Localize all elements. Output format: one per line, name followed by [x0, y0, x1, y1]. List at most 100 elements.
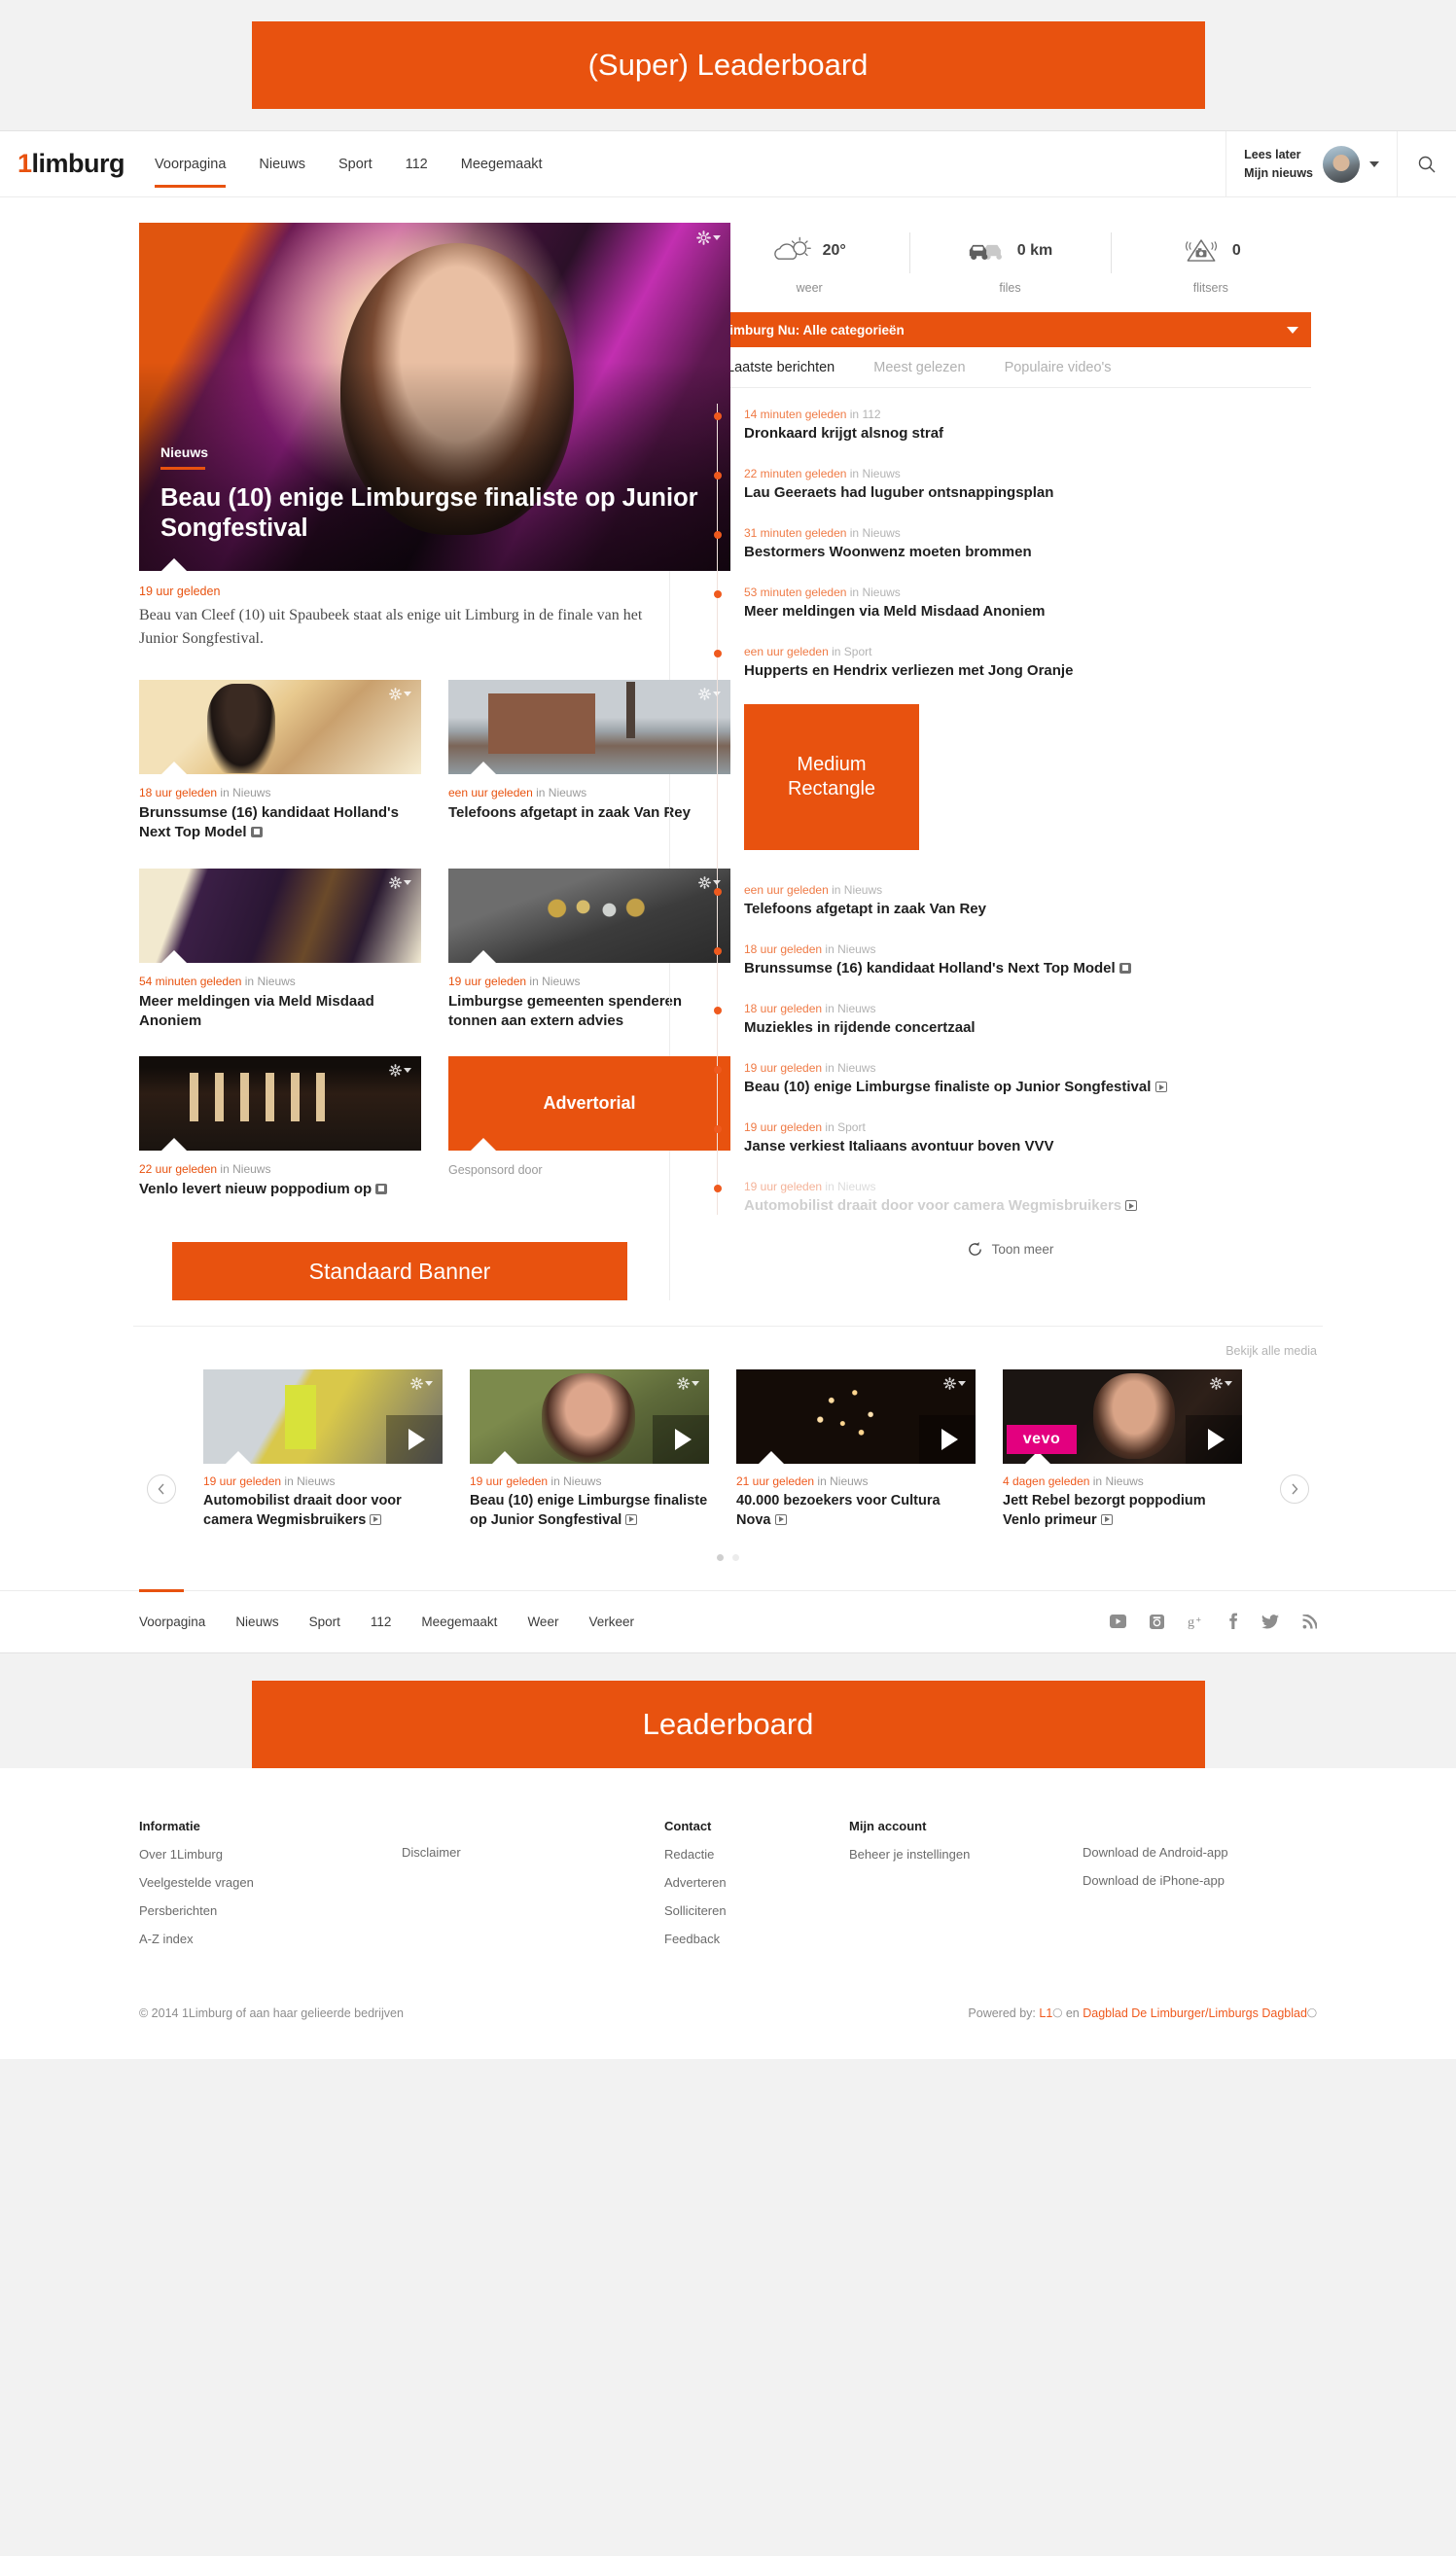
- footer-link-solliciteren[interactable]: Solliciteren: [664, 1903, 849, 1918]
- gear-caret-icon: [692, 1381, 699, 1387]
- status-widgets: 20° weer 0 km files 0 flitsers: [709, 225, 1311, 312]
- play-button[interactable]: [1186, 1415, 1242, 1465]
- footer-link-disclaimer[interactable]: Disclaimer: [402, 1845, 664, 1860]
- youtube-icon[interactable]: [1110, 1615, 1126, 1629]
- media-settings-gear[interactable]: [1210, 1377, 1232, 1391]
- footer-nav-weer[interactable]: Weer: [527, 1615, 558, 1629]
- my-news-link[interactable]: Mijn nieuws: [1244, 166, 1313, 180]
- leaderboard-ad[interactable]: Leaderboard: [251, 1680, 1205, 1768]
- powered-by-prefix: Powered by:: [968, 2006, 1036, 2020]
- footer-nav-sport[interactable]: Sport: [309, 1615, 340, 1629]
- footer-link-beheer-instellingen[interactable]: Beheer je instellingen: [849, 1847, 1083, 1862]
- news-list-item[interactable]: 19 uur geleden in Nieuws Beau (10) enige…: [709, 1061, 1311, 1120]
- footer-link-persberichten[interactable]: Persberichten: [139, 1903, 402, 1918]
- standaard-banner-ad[interactable]: Standaard Banner: [172, 1242, 627, 1301]
- tab-populaire-videos[interactable]: Populaire video's: [1005, 347, 1151, 387]
- card-settings-gear[interactable]: [389, 1064, 411, 1077]
- speed-camera-icon: [1185, 239, 1217, 262]
- read-later-link[interactable]: Lees later: [1244, 148, 1313, 161]
- card-title-text: Venlo levert nieuw poppodium op: [139, 1181, 373, 1197]
- media-card[interactable]: 21 uur geleden in Nieuws 40.000 bezoeker…: [736, 1369, 976, 1530]
- media-in-label: in: [817, 1474, 827, 1489]
- footer-link-iphone-app[interactable]: Download de iPhone-app: [1083, 1873, 1228, 1888]
- news-list-item[interactable]: 31 minuten geleden in Nieuws Bestormers …: [709, 526, 1311, 586]
- twitter-icon[interactable]: [1261, 1614, 1279, 1629]
- media-meta: 21 uur geleden in Nieuws: [736, 1474, 976, 1488]
- news-list-item[interactable]: 18 uur geleden in Nieuws Brunssumse (16)…: [709, 942, 1311, 1002]
- news-list-item[interactable]: 18 uur geleden in Nieuws Muziekles in ri…: [709, 1002, 1311, 1061]
- footer-column-disclaimer: Disclaimer: [402, 1819, 664, 1960]
- nav-item-meegemaakt[interactable]: Meegemaakt: [444, 131, 559, 196]
- view-all-media-link[interactable]: Bekijk alle media: [133, 1344, 1323, 1358]
- card-category: Nieuws: [232, 786, 271, 799]
- article-card[interactable]: 54 minuten geleden in Nieuws Meer meldin…: [139, 868, 421, 1032]
- play-button[interactable]: [919, 1415, 976, 1465]
- article-card[interactable]: 22 uur geleden in Nieuws Venlo levert ni…: [139, 1056, 421, 1199]
- standaard-banner-label: Standaard Banner: [308, 1258, 491, 1284]
- facebook-icon[interactable]: [1227, 1613, 1238, 1630]
- super-leaderboard-ad[interactable]: (Super) Leaderboard: [251, 21, 1205, 109]
- footer-nav-voorpagina[interactable]: Voorpagina: [139, 1615, 205, 1629]
- video-badge-icon: [774, 1513, 787, 1525]
- news-in-label: in: [849, 526, 860, 540]
- news-list-item[interactable]: 19 uur geleden in Sport Janse verkiest I…: [709, 1120, 1311, 1180]
- news-in-label: in: [849, 408, 860, 421]
- footer-link-redactie[interactable]: Redactie: [664, 1847, 849, 1862]
- weather-widget[interactable]: 20° weer: [709, 225, 909, 295]
- play-button[interactable]: [386, 1415, 443, 1465]
- powered-by-l1-link[interactable]: L1: [1039, 2006, 1052, 2020]
- footer-nav-112[interactable]: 112: [371, 1615, 392, 1629]
- media-time: 19 uur geleden: [470, 1474, 549, 1489]
- chevron-down-icon[interactable]: [1369, 160, 1379, 167]
- show-more-button[interactable]: Toon meer: [709, 1239, 1311, 1265]
- news-list-item[interactable]: 19 uur geleden in Nieuws Automobilist dr…: [709, 1180, 1311, 1239]
- footer-nav-verkeer[interactable]: Verkeer: [588, 1615, 634, 1629]
- footer-link-over-1limburg[interactable]: Over 1Limburg: [139, 1847, 402, 1862]
- footer-link-az-index[interactable]: A-Z index: [139, 1932, 402, 1946]
- article-card[interactable]: 18 uur geleden in Nieuws Brunssumse (16)…: [139, 680, 421, 843]
- footer-link-veelgestelde-vragen[interactable]: Veelgestelde vragen: [139, 1875, 402, 1890]
- media-card[interactable]: 19 uur geleden in Nieuws Automobilist dr…: [203, 1369, 443, 1530]
- footer-nav-nieuws[interactable]: Nieuws: [235, 1615, 278, 1629]
- footer-nav-meegemaakt[interactable]: Meegemaakt: [421, 1615, 497, 1629]
- card-settings-gear[interactable]: [389, 875, 411, 889]
- footer-link-adverteren[interactable]: Adverteren: [664, 1875, 849, 1890]
- news-list-item[interactable]: een uur geleden in Sport Hupperts en Hen…: [709, 645, 1311, 704]
- tab-meest-gelezen[interactable]: Meest gelezen: [873, 347, 1004, 387]
- advertorial-tile: Advertorial: [448, 1056, 730, 1152]
- chevron-right-icon: [1292, 1483, 1298, 1495]
- traffic-widget[interactable]: 0 km files: [909, 225, 1110, 295]
- medium-rectangle-ad[interactable]: Medium Rectangle: [744, 704, 919, 850]
- card-settings-gear[interactable]: [389, 688, 411, 700]
- nav-item-112[interactable]: 112: [389, 131, 444, 196]
- news-list-item[interactable]: een uur geleden in Nieuws Telefoons afge…: [709, 883, 1311, 942]
- media-card[interactable]: 4 dagen geleden in Nieuws Jett Rebel bez…: [1003, 1369, 1242, 1530]
- carousel-dot-2[interactable]: [732, 1553, 739, 1561]
- media-settings-gear[interactable]: [677, 1377, 699, 1391]
- footer-link-android-app[interactable]: Download de Android-app: [1083, 1845, 1228, 1860]
- powered-by-dagblad-link[interactable]: Dagblad De Limburger/Limburgs Dagblad: [1083, 2006, 1307, 2020]
- speedcam-widget[interactable]: 0 flitsers: [1110, 225, 1311, 295]
- avatar[interactable]: [1323, 145, 1360, 183]
- footer-link-feedback[interactable]: Feedback: [664, 1932, 849, 1946]
- nav-item-sport[interactable]: Sport: [322, 131, 389, 196]
- carousel-dot-1[interactable]: [717, 1553, 724, 1561]
- news-list-item[interactable]: 14 minuten geleden in 112 Dronkaard krij…: [709, 408, 1311, 467]
- hero-article[interactable]: Nieuws Beau (10) enige Limburgse finalis…: [139, 223, 730, 571]
- rss-icon[interactable]: [1302, 1614, 1317, 1629]
- nav-item-voorpagina[interactable]: Voorpagina: [138, 131, 242, 196]
- media-card[interactable]: 19 uur geleden in Nieuws Beau (10) enige…: [470, 1369, 709, 1530]
- category-selector[interactable]: Limburg Nu: Alle categorieën: [709, 312, 1311, 347]
- search-button[interactable]: [1398, 131, 1456, 196]
- nav-item-nieuws[interactable]: Nieuws: [242, 131, 322, 196]
- googleplus-icon[interactable]: g +: [1188, 1614, 1204, 1630]
- video-badge-icon: [1100, 1513, 1113, 1525]
- media-settings-gear[interactable]: [943, 1377, 966, 1391]
- news-list-item[interactable]: 53 minuten geleden in Nieuws Meer meldin…: [709, 586, 1311, 645]
- site-logo[interactable]: 1 limburg: [0, 131, 138, 196]
- tab-laatste-berichten[interactable]: Laatste berichten: [727, 347, 873, 387]
- news-list-item[interactable]: 22 minuten geleden in Nieuws Lau Geeraet…: [709, 467, 1311, 526]
- media-settings-gear[interactable]: [410, 1377, 433, 1391]
- play-button[interactable]: [653, 1415, 709, 1465]
- instagram-icon[interactable]: [1150, 1614, 1164, 1629]
